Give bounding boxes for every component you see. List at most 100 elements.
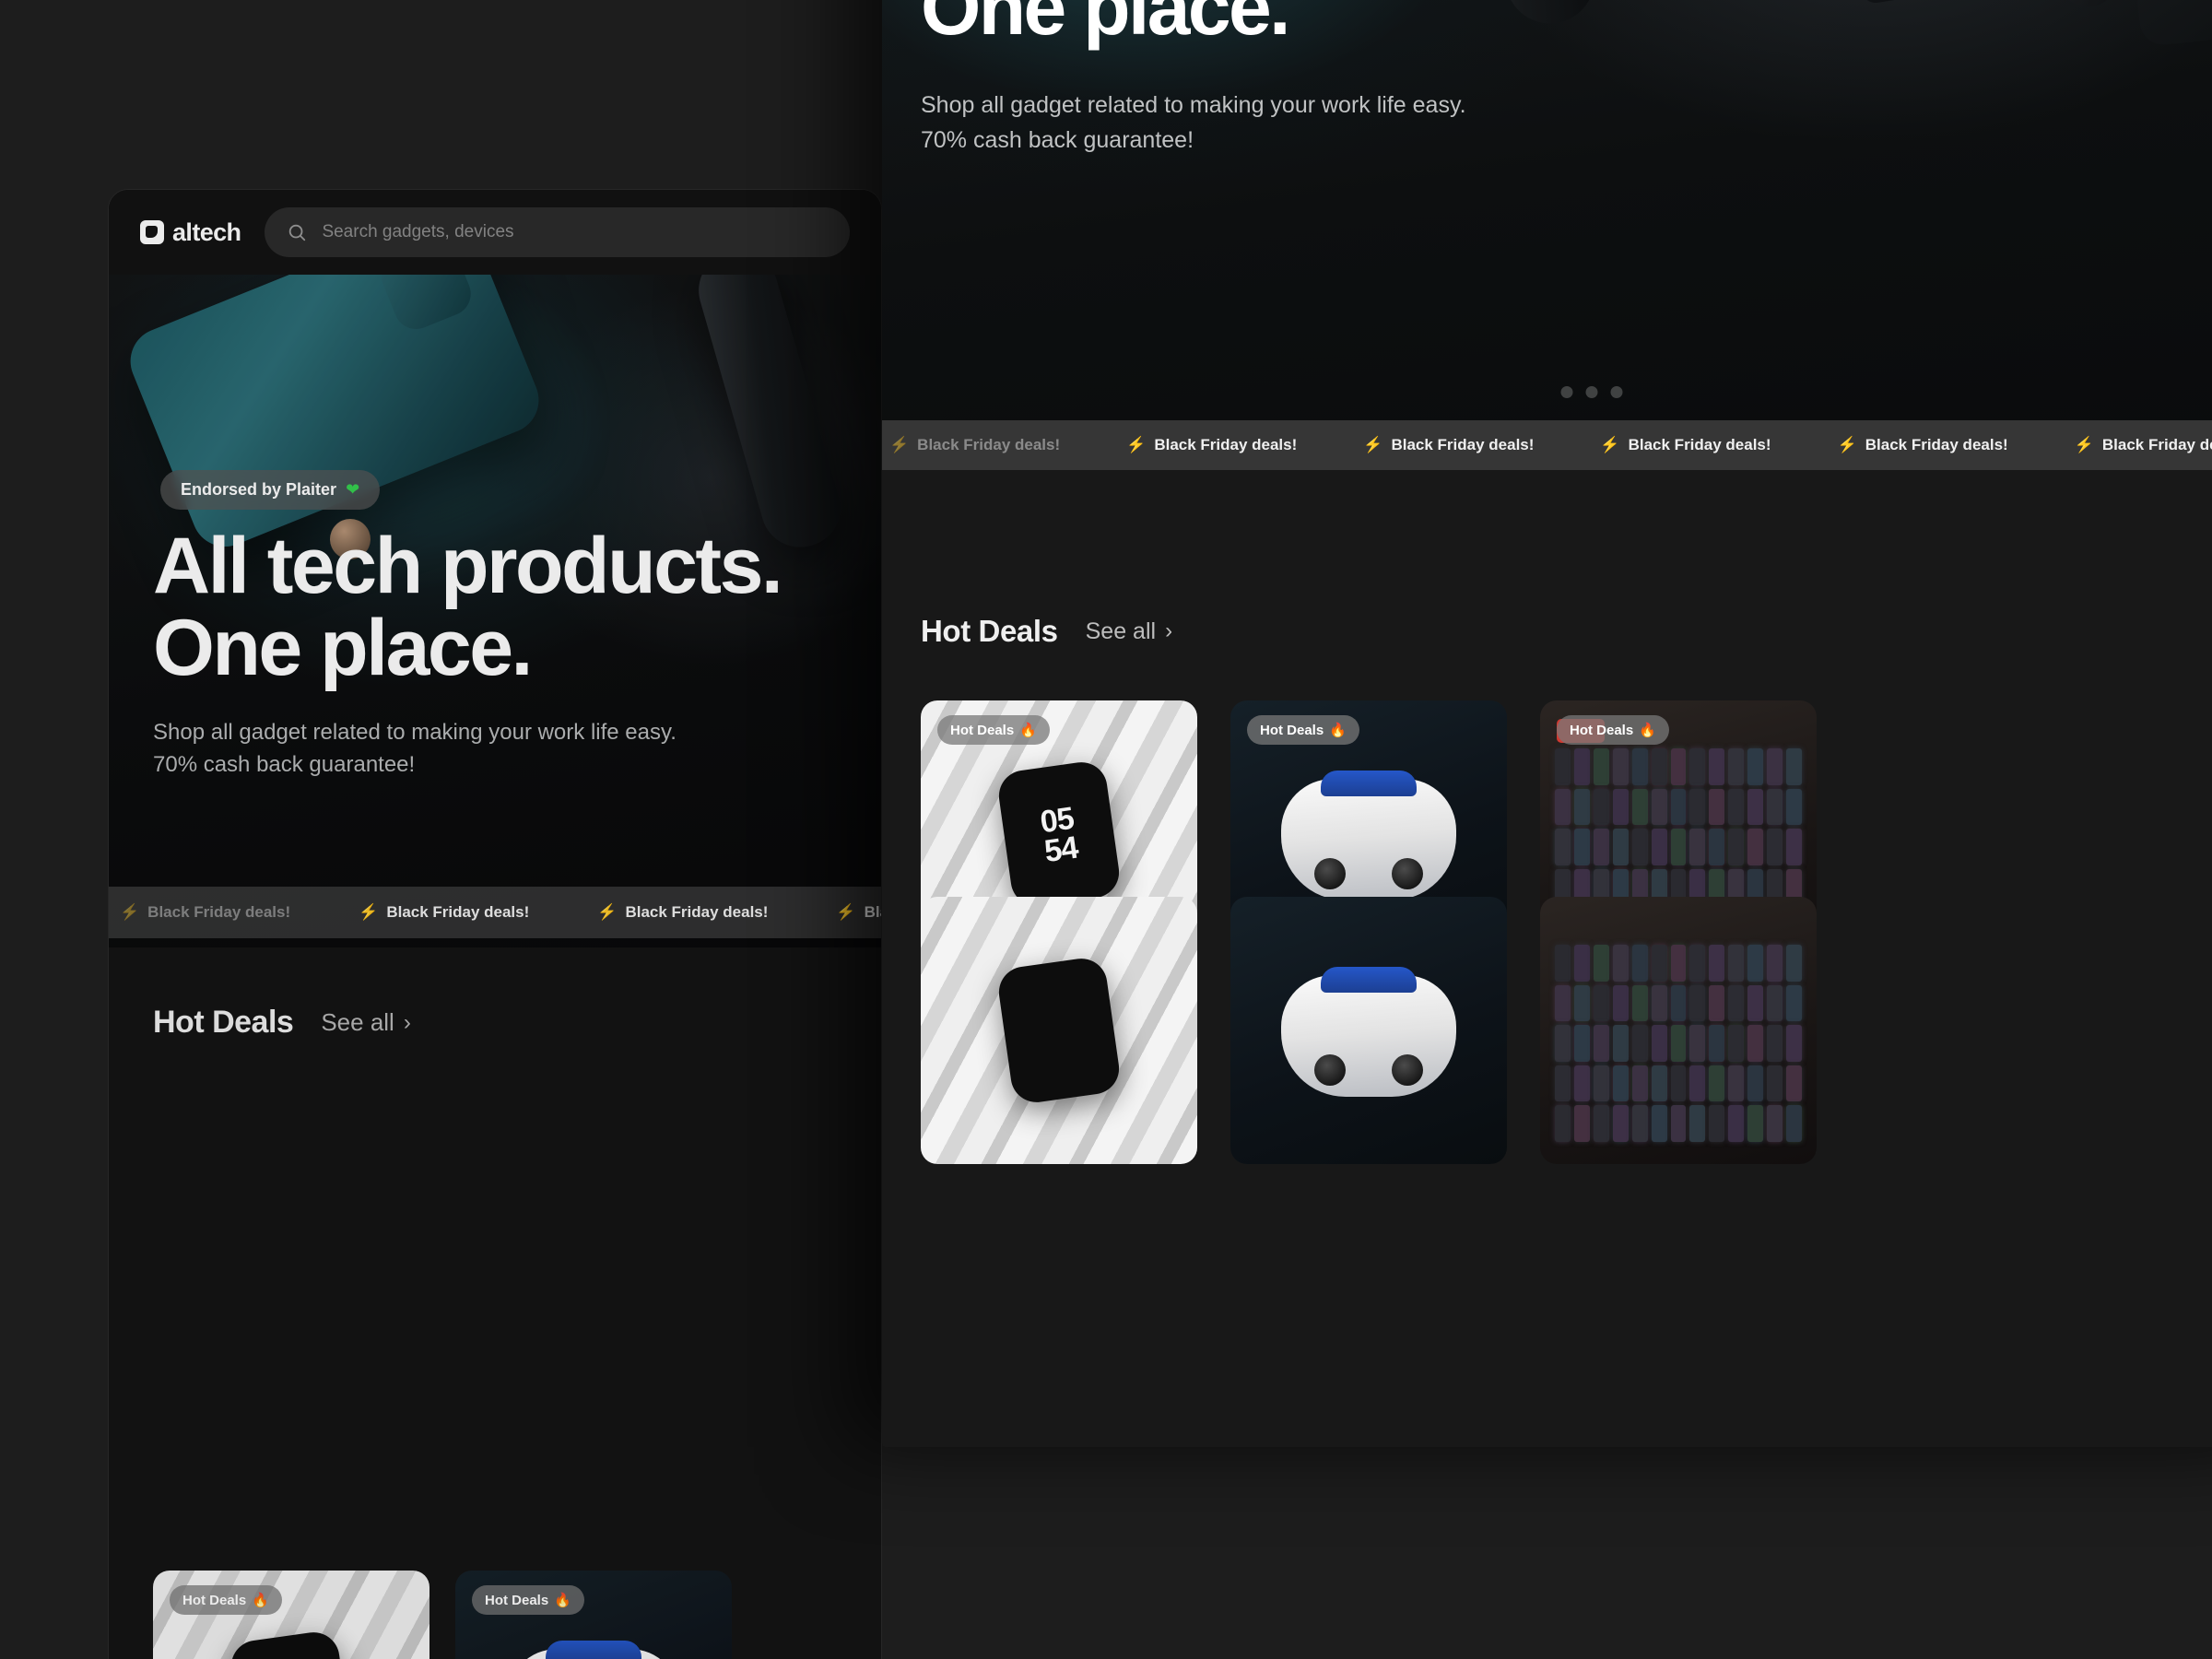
- foreground-app-window: RØDE All tech products. One place. Shop …: [882, 0, 2212, 1447]
- front-hero-title: All tech products. One place.: [921, 0, 1532, 50]
- keyboard-key: [1652, 1065, 1667, 1102]
- keyboard-key: [1574, 829, 1590, 865]
- keyboard-key: [1689, 789, 1705, 826]
- back-hot-deals-title: Hot Deals: [153, 1005, 293, 1041]
- back-topbar: altech Search gadgets, devices: [109, 190, 881, 275]
- keyboard-key: [1632, 985, 1648, 1022]
- keyboard-key: [1555, 829, 1571, 865]
- keyboard-key: [1747, 1065, 1763, 1102]
- keyboard-key: [1555, 748, 1571, 785]
- lightning-icon: ⚡: [889, 436, 909, 454]
- keyboard-key: [1574, 789, 1590, 826]
- keyboard-key: [1613, 1025, 1629, 1062]
- see-all-label: See all: [1086, 618, 1156, 645]
- lightning-icon: ⚡: [1126, 436, 1146, 454]
- back-product-row: Hot Deals 🔥 05 54 Hot Deals 🔥: [153, 1571, 732, 1659]
- endorsement-label: Endorsed by Plaiter: [181, 480, 336, 500]
- hot-deals-badge-label: Hot Deals: [1260, 723, 1324, 738]
- ticker-label: Black Friday deals!: [386, 903, 529, 922]
- discount-product-image-watch[interactable]: [921, 897, 1197, 1164]
- keyboard-key: [1728, 748, 1744, 785]
- hot-deals-badge-label: Hot Deals: [950, 723, 1014, 738]
- keyboard-key: [1689, 985, 1705, 1022]
- keyboard-key: [1671, 1025, 1687, 1062]
- search-placeholder: Search gadgets, devices: [322, 222, 513, 242]
- search-bar[interactable]: Search gadgets, devices: [265, 207, 850, 257]
- keyboard-key: [1652, 1025, 1667, 1062]
- fire-icon: 🔥: [1639, 722, 1656, 738]
- gamepad-left-stick: [1314, 858, 1346, 889]
- hot-deals-badge: Hot Deals 🔥: [1557, 715, 1669, 745]
- discount-product-image-keyboard[interactable]: [1540, 897, 1817, 1164]
- back-hero-title-line1: All tech products.: [153, 522, 781, 610]
- front-hero-subtitle-line1: Shop all gadget related to making your w…: [921, 88, 1466, 124]
- keyboard-key: [1632, 945, 1648, 982]
- ticker-label: Black Friday deals!: [1154, 436, 1297, 454]
- keyboard-key: [1786, 1105, 1802, 1142]
- keyboard-key: [1555, 789, 1571, 826]
- hero-rode-device-image: [1820, 0, 2064, 5]
- hero-carousel-dots[interactable]: [1561, 386, 1623, 398]
- back-hero-subtitle-line2: 70% cash back guarantee!: [153, 749, 677, 782]
- keyboard-key: [1709, 945, 1724, 982]
- front-promo-ticker: ⚡ Black Friday deals! ⚡ Black Friday dea…: [882, 420, 2212, 470]
- product-card[interactable]: Hot Deals 🔥 05 54: [153, 1571, 429, 1659]
- keyboard-key: [1709, 789, 1724, 826]
- keyboard-key: [1555, 1065, 1571, 1102]
- background-app-window: altech Search gadgets, devices Endorsed …: [108, 189, 882, 1659]
- keyboard-key: [1786, 748, 1802, 785]
- keyboard-key: [1574, 1105, 1590, 1142]
- keyboard-key: [1709, 1105, 1724, 1142]
- carousel-dot-2[interactable]: [1586, 386, 1598, 398]
- keyboard-key: [1652, 748, 1667, 785]
- keyboard-key: [1613, 829, 1629, 865]
- keyboard-key: [1594, 985, 1609, 1022]
- fire-icon: 🔥: [554, 1592, 571, 1608]
- keyboard-key: [1747, 829, 1763, 865]
- keyboard-key: [1594, 1065, 1609, 1102]
- keyboard-key: [1671, 985, 1687, 1022]
- see-all-label: See all: [321, 1008, 394, 1037]
- keyboard-key: [1689, 945, 1705, 982]
- front-hot-deals-title: Hot Deals: [921, 614, 1058, 649]
- chevron-right-icon: ›: [1165, 620, 1172, 642]
- keyboard-key: [1671, 1065, 1687, 1102]
- carousel-dot-1[interactable]: [1561, 386, 1573, 398]
- lightning-icon: ⚡: [2075, 436, 2094, 454]
- keyboard-key: [1786, 789, 1802, 826]
- keyboard-key: [1728, 1065, 1744, 1102]
- back-hero-title-line2: One place.: [153, 607, 781, 689]
- front-content-body: Hot Deals See all › Hot Deals 🔥 05: [882, 470, 2212, 1055]
- ticker-label: Black Friday deals!: [1629, 436, 1771, 454]
- brand-logo[interactable]: altech: [140, 218, 241, 247]
- hero-microphone-image: [689, 275, 850, 556]
- keyboard-key: [1594, 1105, 1609, 1142]
- screenshot-stage: altech Search gadgets, devices Endorsed …: [0, 0, 2212, 1659]
- keyboard-key: [1728, 789, 1744, 826]
- product-card[interactable]: Hot Deals 🔥: [455, 1571, 732, 1659]
- front-hero-banner: RØDE All tech products. One place. Shop …: [882, 0, 2212, 470]
- lightning-icon: ⚡: [359, 903, 378, 922]
- front-hot-deals-see-all[interactable]: See all ›: [1086, 618, 1172, 645]
- keyboard-key: [1594, 945, 1609, 982]
- gamepad-right-stick: [1392, 1054, 1423, 1086]
- keyboard-key: [1671, 829, 1687, 865]
- endorsement-badge: Endorsed by Plaiter ❤: [160, 470, 380, 510]
- ticker-item: ⚡ Black Friday deals!: [359, 903, 529, 922]
- keyboard-key: [1613, 1105, 1629, 1142]
- carousel-dot-3[interactable]: [1611, 386, 1623, 398]
- front-hero-subtitle-line2: 70% cash back guarantee!: [921, 124, 1466, 159]
- keyboard-key: [1652, 985, 1667, 1022]
- keyboard-key: [1786, 829, 1802, 865]
- fire-icon: 🔥: [1019, 722, 1037, 738]
- discount-product-image-gamepad[interactable]: [1230, 897, 1507, 1164]
- gamepad-body-shape: [506, 1649, 681, 1659]
- product-image-game-pad: Hot Deals 🔥: [455, 1571, 732, 1659]
- keyboard-key: [1767, 1065, 1783, 1102]
- back-hot-deals-see-all[interactable]: See all ›: [321, 1008, 411, 1037]
- keyboard-key: [1767, 1025, 1783, 1062]
- keyboard-key: [1632, 1105, 1648, 1142]
- watch-time-bottom: 54: [1042, 833, 1079, 867]
- lightning-icon: ⚡: [836, 903, 855, 922]
- keyboard-key: [1767, 789, 1783, 826]
